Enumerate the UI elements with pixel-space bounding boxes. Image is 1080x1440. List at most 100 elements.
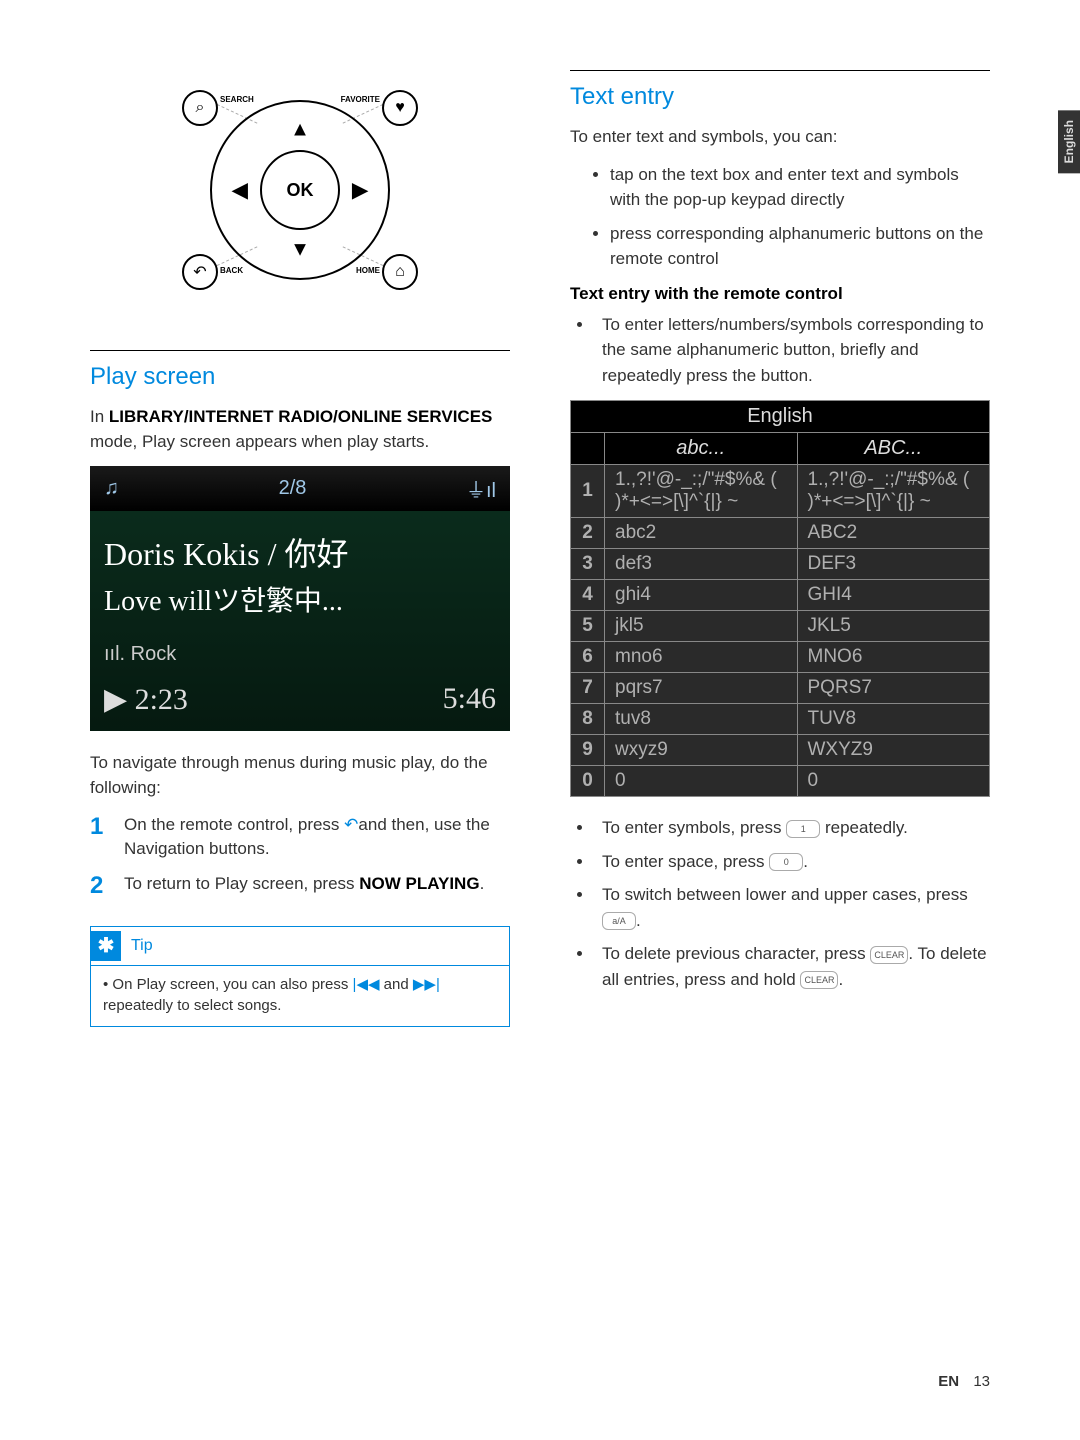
favorite-button: ♥ <box>382 90 418 126</box>
step-text: To return to Play screen, press NOW PLAY… <box>124 872 484 900</box>
track-times: ▶ 2:23 5:46 <box>104 682 496 717</box>
keypad-table: English abc... ABC... 11.,?!'@-_:;/"#$%&… <box>570 400 990 797</box>
key-uppercase: 0 <box>797 766 990 797</box>
bullet-item: tap on the text box and enter text and s… <box>610 162 990 213</box>
language-tab: English <box>1058 110 1080 173</box>
key-number: 1 <box>571 465 605 518</box>
key-number: 0 <box>571 766 605 797</box>
elapsed-time: ▶ 2:23 <box>104 682 188 717</box>
home-icon: ⌂ <box>395 263 405 281</box>
bullet-item: To enter letters/numbers/symbols corresp… <box>594 312 990 389</box>
signal-icon: ⏚ıl <box>466 474 496 503</box>
key-uppercase: GHI4 <box>797 580 990 611</box>
right-column: Text entry To enter text and symbols, yo… <box>570 60 990 1027</box>
key-number: 9 <box>571 735 605 766</box>
player-top-bar: ♫ 2/8 ⏚ıl <box>90 466 510 511</box>
key-lowercase: abc2 <box>605 518 798 549</box>
key-number: 2 <box>571 518 605 549</box>
key-number: 5 <box>571 611 605 642</box>
key-1-icon: 1 <box>786 820 820 838</box>
step-text: On the remote control, press ↶and then, … <box>124 813 510 862</box>
search-button: ⌕ <box>182 90 218 126</box>
tip-header: ✱ Tip <box>91 927 509 965</box>
t-a: To enter space, press <box>602 852 769 871</box>
tip-symbols: To enter symbols, press 1 repeatedly. <box>594 815 990 841</box>
key-uppercase: WXYZ9 <box>797 735 990 766</box>
back-icon: ↶ <box>193 262 206 282</box>
remote-entry-heading: Text entry with the remote control <box>570 284 990 304</box>
table-row: 9wxyz9WXYZ9 <box>571 735 990 766</box>
t-b: . <box>636 911 641 930</box>
t-b: . <box>803 852 808 871</box>
tip-label: Tip <box>131 937 153 955</box>
remote-right-arrow: ▶ <box>352 178 367 203</box>
genre-text: Rock <box>131 643 177 665</box>
numbered-steps: 1 On the remote control, press ↶and then… <box>90 813 510 900</box>
tip-c: repeatedly to select songs. <box>103 997 281 1014</box>
footer-lang: EN <box>938 1373 959 1390</box>
player-body: Doris Kokis / 你好 Love willツ한繁中... ııl. R… <box>90 511 510 731</box>
key-0-icon: 0 <box>769 853 803 871</box>
forward-icon: ▶▶| <box>413 976 440 993</box>
key-uppercase: PQRS7 <box>797 673 990 704</box>
step2-c: . <box>480 874 485 893</box>
step-number: 1 <box>90 813 110 862</box>
key-uppercase: TUV8 <box>797 704 990 735</box>
key-uppercase: ABC2 <box>797 518 990 549</box>
key-number: 3 <box>571 549 605 580</box>
track-title-line2: Love willツ한繁中... <box>104 579 496 619</box>
tip-box: ✱ Tip • On Play screen, you can also pre… <box>90 926 510 1027</box>
key-lowercase: mno6 <box>605 642 798 673</box>
key-clear-icon: CLEAR <box>870 946 908 964</box>
table-row: 7pqrs7PQRS7 <box>571 673 990 704</box>
remote-entry-bullets: To enter letters/numbers/symbols corresp… <box>570 312 990 389</box>
t-b: repeatedly. <box>820 818 908 837</box>
t-a: To switch between lower and upper cases,… <box>602 885 968 904</box>
key-number: 6 <box>571 642 605 673</box>
table-row: 5jkl5JKL5 <box>571 611 990 642</box>
tip-body: • On Play screen, you can also press |◀◀… <box>91 965 509 1026</box>
key-lowercase: 1.,?!'@-_:;/"#$%& ( )*+<=>[\]^`{|} ~ <box>605 465 798 518</box>
back-icon: ↶ <box>344 815 358 834</box>
step2-a: To return to Play screen, press <box>124 874 359 893</box>
key-uppercase: 1.,?!'@-_:;/"#$%& ( )*+<=>[\]^`{|} ~ <box>797 465 990 518</box>
total-time: 5:46 <box>443 682 496 717</box>
play-screen-intro: In LIBRARY/INTERNET RADIO/ONLINE SERVICE… <box>90 405 510 454</box>
footer-page-num: 13 <box>973 1373 990 1390</box>
step-number: 2 <box>90 872 110 900</box>
tip-space: To enter space, press 0. <box>594 849 990 875</box>
key-lowercase: 0 <box>605 766 798 797</box>
table-row: 2abc2ABC2 <box>571 518 990 549</box>
key-aA-icon: a/A <box>602 912 636 930</box>
key-lowercase: ghi4 <box>605 580 798 611</box>
key-uppercase: MNO6 <box>797 642 990 673</box>
magnifier-icon: ⌕ <box>196 99 205 117</box>
tip-star-icon: ✱ <box>91 931 121 961</box>
intro-bold: LIBRARY/INTERNET RADIO/ONLINE SERVICES <box>109 407 492 426</box>
table-title: English <box>571 401 990 433</box>
track-genre: ııl. Rock <box>104 643 496 666</box>
music-note-icon: ♫ <box>104 477 119 500</box>
remote-ok-button: OK <box>260 150 340 230</box>
key-lowercase: def3 <box>605 549 798 580</box>
t-a: To delete previous character, press <box>602 944 870 963</box>
col-abc: abc... <box>605 433 798 465</box>
text-entry-intro: To enter text and symbols, you can: <box>570 125 990 150</box>
nav-intro: To navigate through menus during music p… <box>90 751 510 800</box>
key-clear-icon: CLEAR <box>800 971 838 989</box>
key-number: 7 <box>571 673 605 704</box>
text-entry-heading: Text entry <box>570 83 990 111</box>
play-screen-screenshot: ♫ 2/8 ⏚ıl Doris Kokis / 你好 Love willツ한繁中… <box>90 466 510 731</box>
remote-control-diagram: OK ▲ ▼ ◀ ▶ ⌕ SEARCH ♥ FAVORITE ↶ BACK ⌂ … <box>160 60 440 320</box>
table-row: 0 0 0 <box>571 766 990 797</box>
table-row: 3def3DEF3 <box>571 549 990 580</box>
tip-delete: To delete previous character, press CLEA… <box>594 941 990 992</box>
page-footer: EN 13 <box>938 1373 990 1390</box>
step2-bold: NOW PLAYING <box>359 874 479 893</box>
remote-up-arrow: ▲ <box>290 119 310 142</box>
intro-prefix: In <box>90 407 109 426</box>
track-counter: 2/8 <box>279 477 307 500</box>
equalizer-icon: ııl. <box>104 643 131 665</box>
key-lowercase: wxyz9 <box>605 735 798 766</box>
rewind-icon: |◀◀ <box>353 976 380 993</box>
